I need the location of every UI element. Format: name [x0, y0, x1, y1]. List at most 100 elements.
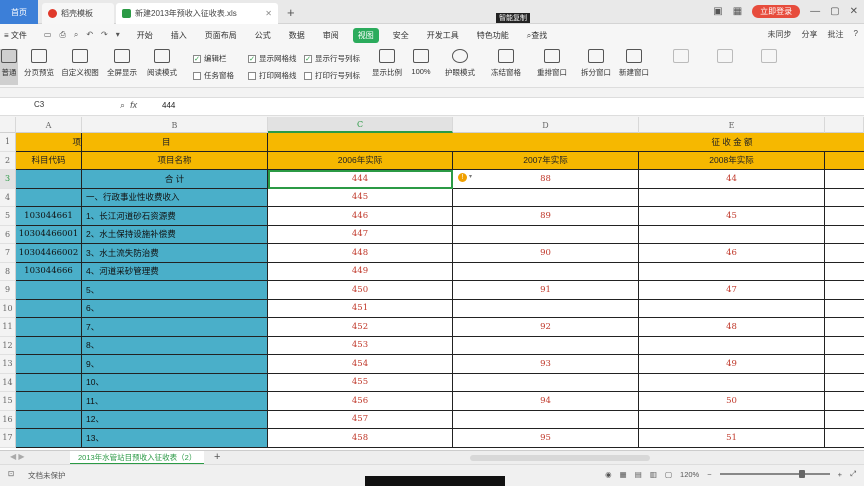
show-headers-checkbox[interactable]: ✓ 显示行号列标 [304, 53, 360, 64]
cell-2007[interactable]: 89 [453, 207, 639, 226]
cell-item-name[interactable]: 5、 [82, 281, 268, 300]
col-header-c[interactable]: C [268, 117, 453, 133]
grid-icon[interactable]: ▦ [733, 6, 742, 17]
split-window-button[interactable]: 拆分窗口 [578, 49, 614, 78]
cell-2008[interactable]: 47 [639, 281, 825, 300]
print-gridlines-checkbox[interactable]: 打印网格线 [248, 70, 297, 81]
menu-item-page-layout[interactable]: 页面布局 [205, 30, 237, 41]
cell-item-name[interactable]: 2、水土保持设施补偿费 [82, 225, 268, 244]
cell-item-name[interactable]: 1、长江河道砂石资源费 [82, 207, 268, 226]
minimize-icon[interactable]: — [810, 6, 820, 17]
cell-item-name[interactable]: 11、 [82, 392, 268, 411]
share-button[interactable]: 分享 [802, 29, 818, 40]
task-pane-checkbox[interactable]: 任务窗格 [193, 70, 234, 81]
reset-position-button[interactable] [754, 49, 784, 67]
zoom-slider[interactable] [719, 470, 830, 478]
rearrange-windows-button[interactable]: 重排窗口 [532, 49, 572, 78]
header-cell-name[interactable]: 项目名称 [82, 151, 268, 170]
cell-item-name[interactable]: 8、 [82, 336, 268, 355]
menu-item-features[interactable]: 特色功能 [477, 30, 509, 41]
cell-f[interactable] [825, 281, 864, 300]
full-screen-button[interactable]: 全屏显示 [104, 49, 140, 78]
cell-2007[interactable]: 91 [453, 281, 639, 300]
add-sheet-button[interactable]: + [214, 451, 220, 463]
menu-item-home[interactable]: 开始 [137, 30, 153, 41]
menu-item-developer[interactable]: 开发工具 [427, 30, 459, 41]
more-icon[interactable]: ▾ [116, 30, 120, 40]
col-header-f[interactable] [825, 117, 864, 133]
header-cell-e1[interactable]: 征 收 金 额 [639, 133, 825, 152]
cell-2006[interactable]: 458 [268, 429, 453, 448]
row-header[interactable]: 16 [0, 410, 16, 429]
cell-item-name[interactable]: 12、 [82, 410, 268, 429]
cell-2006[interactable]: 449 [268, 262, 453, 281]
cell-2006[interactable]: 450 [268, 281, 453, 300]
cell-2007[interactable] [453, 336, 639, 355]
show-gridlines-checkbox[interactable]: ✓ 显示网格线 [248, 53, 297, 64]
cell-2007[interactable] [453, 225, 639, 244]
cell-code[interactable] [16, 429, 82, 448]
cell-2008[interactable] [639, 188, 825, 207]
zoom-level[interactable]: 120% [680, 470, 699, 479]
cell-2007[interactable] [453, 410, 639, 429]
col-header-d[interactable]: D [453, 117, 639, 133]
tab-home[interactable]: 首页 [0, 0, 38, 24]
cell-2006[interactable]: 451 [268, 299, 453, 318]
row-header[interactable]: 1 [0, 133, 16, 152]
header-cell-2008[interactable]: 2008年实际 [639, 151, 825, 170]
sync-button[interactable]: 未同步 [768, 29, 792, 40]
cell-2008[interactable]: 50 [639, 392, 825, 411]
cell-f[interactable] [825, 300, 864, 318]
sheet-tab[interactable]: 2013年水管站目预收入征收表（2） [70, 451, 205, 465]
cell-f[interactable] [825, 355, 864, 374]
zoom-button[interactable]: 显示比例 [370, 49, 404, 78]
cell-2007[interactable]: 95 [453, 429, 639, 448]
cell-f[interactable] [825, 189, 864, 207]
cell-2006[interactable]: 444 [268, 170, 453, 189]
menu-item-review[interactable]: 审阅 [323, 30, 339, 41]
cell-2007[interactable]: 94 [453, 392, 639, 411]
cell-item-name[interactable]: 4、河道采砂管理费 [82, 262, 268, 281]
reading-mode-button[interactable]: 阅读模式 [142, 49, 182, 78]
cell-item-name[interactable]: 6、 [82, 299, 268, 318]
custom-view-button[interactable]: 自定义视图 [58, 49, 102, 78]
cell-code[interactable] [16, 299, 82, 318]
zoom-search-icon[interactable]: ⌕ [120, 100, 125, 110]
row-header[interactable]: 10 [0, 299, 16, 318]
cell-2008[interactable]: 51 [639, 429, 825, 448]
cell-2007[interactable]: 90 [453, 244, 639, 263]
cell-2007[interactable]: 88 [453, 170, 639, 189]
cell-2008[interactable]: 48 [639, 318, 825, 337]
cell-code[interactable]: 10304466002 [16, 244, 82, 263]
row-header[interactable]: 8 [0, 262, 16, 281]
row-header[interactable]: 2 [0, 151, 16, 170]
cell-f[interactable] [825, 374, 864, 392]
row-header[interactable]: 11 [0, 318, 16, 337]
comment-button[interactable]: 批注 [828, 29, 844, 40]
fit-icon[interactable]: ⤢ [850, 469, 856, 479]
maximize-icon[interactable]: ▢ [830, 6, 839, 17]
cell-code[interactable]: 103044661 [16, 207, 82, 226]
cell-2007[interactable]: 92 [453, 318, 639, 337]
cell-item-name[interactable]: 9、 [82, 355, 268, 374]
new-tab-button[interactable]: + [287, 5, 295, 20]
name-box[interactable]: C3 [4, 100, 92, 114]
cell-2008[interactable]: 45 [639, 207, 825, 226]
cell-2008[interactable] [639, 262, 825, 281]
select-all-corner[interactable] [0, 117, 16, 133]
eye-mode-button[interactable]: 护眼模式 [442, 49, 478, 78]
page-layout-icon[interactable]: ▤ [635, 470, 642, 479]
cell-2006[interactable]: 454 [268, 355, 453, 374]
cell-item-name[interactable]: 7、 [82, 318, 268, 337]
cell-code[interactable]: 10304466001 [16, 225, 82, 244]
cell-2008[interactable] [639, 299, 825, 318]
cell-2006[interactable]: 455 [268, 373, 453, 392]
cell-2008[interactable]: 44 [639, 170, 825, 189]
sync-scroll-button[interactable] [710, 49, 740, 67]
cell-2008[interactable] [639, 225, 825, 244]
cell-2006[interactable]: 452 [268, 318, 453, 337]
menu-item-view[interactable]: 视图 [352, 27, 379, 43]
zoom-in-icon[interactable]: + [838, 470, 842, 479]
row-header[interactable]: 3 [0, 170, 16, 189]
cell-code[interactable] [16, 170, 82, 189]
